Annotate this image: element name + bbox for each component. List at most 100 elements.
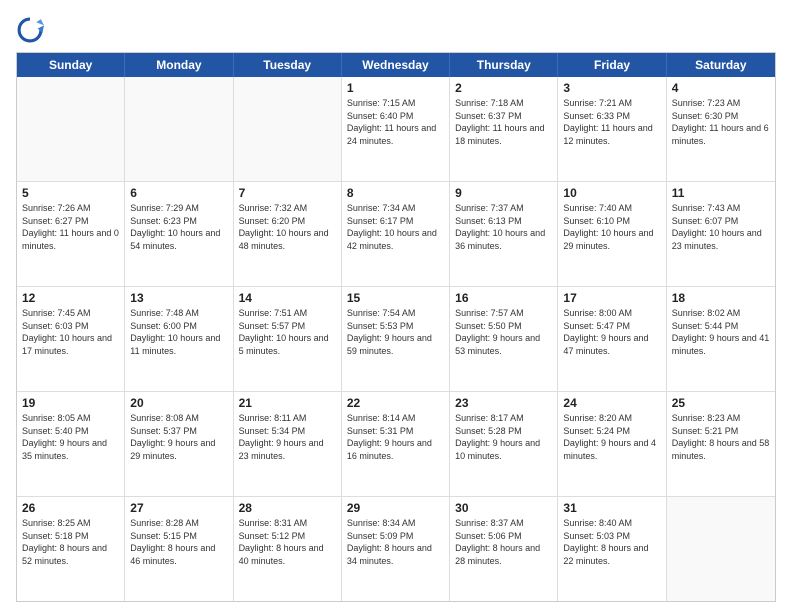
calendar-cell: 29 Sunrise: 8:34 AM Sunset: 5:09 PM Dayli… [342,497,450,601]
calendar-cell: 7Sunrise: 7:32 AM Sunset: 6:20 PM Daylig… [234,182,342,286]
cell-info: Sunrise: 7:26 AM Sunset: 6:27 PM Dayligh… [22,202,119,252]
weekday-header-thursday: Thursday [450,53,558,77]
cell-info: Sunrise: 8:02 AM Sunset: 5:44 PM Dayligh… [672,307,770,357]
calendar-cell: 19 Sunrise: 8:05 AM Sunset: 5:40 PM Dayli… [17,392,125,496]
day-number: 18 [672,291,770,305]
weekday-header-friday: Friday [558,53,666,77]
day-number: 19 [22,396,119,410]
calendar-cell: 10Sunrise: 7:40 AM Sunset: 6:10 PM Dayli… [558,182,666,286]
cell-info: Sunrise: 8:20 AM Sunset: 5:24 PM Dayligh… [563,412,660,462]
cell-info: Sunrise: 8:00 AM Sunset: 5:47 PM Dayligh… [563,307,660,357]
cell-info: Sunrise: 8:05 AM Sunset: 5:40 PM Dayligh… [22,412,119,462]
header [16,16,776,44]
day-number: 5 [22,186,119,200]
calendar-cell: 16 Sunrise: 7:57 AM Sunset: 5:50 PM Dayli… [450,287,558,391]
calendar-cell [667,497,775,601]
weekday-header-saturday: Saturday [667,53,775,77]
cell-info: Sunrise: 8:08 AM Sunset: 5:37 PM Dayligh… [130,412,227,462]
cell-info: Sunrise: 8:28 AM Sunset: 5:15 PM Dayligh… [130,517,227,567]
calendar: SundayMondayTuesdayWednesdayThursdayFrid… [16,52,776,602]
calendar-cell: 1 Sunrise: 7:15 AM Sunset: 6:40 PM Daylig… [342,77,450,181]
calendar-cell: 31 Sunrise: 8:40 AM Sunset: 5:03 PM Dayli… [558,497,666,601]
day-number: 9 [455,186,552,200]
calendar-cell: 5 Sunrise: 7:26 AM Sunset: 6:27 PM Daylig… [17,182,125,286]
cell-info: Sunrise: 7:43 AM Sunset: 6:07 PM Dayligh… [672,202,770,252]
day-number: 25 [672,396,770,410]
day-number: 17 [563,291,660,305]
cell-info: Sunrise: 7:18 AM Sunset: 6:37 PM Dayligh… [455,97,552,147]
day-number: 29 [347,501,444,515]
day-number: 16 [455,291,552,305]
cell-info: Sunrise: 7:15 AM Sunset: 6:40 PM Dayligh… [347,97,444,147]
day-number: 24 [563,396,660,410]
cell-info: Sunrise: 7:45 AM Sunset: 6:03 PM Dayligh… [22,307,119,357]
calendar-cell: 6Sunrise: 7:29 AM Sunset: 6:23 PM Daylig… [125,182,233,286]
cell-info: Sunrise: 7:34 AM Sunset: 6:17 PM Dayligh… [347,202,444,252]
weekday-header-wednesday: Wednesday [342,53,450,77]
calendar-cell: 18 Sunrise: 8:02 AM Sunset: 5:44 PM Dayli… [667,287,775,391]
day-number: 31 [563,501,660,515]
day-number: 8 [347,186,444,200]
cell-info: Sunrise: 8:25 AM Sunset: 5:18 PM Dayligh… [22,517,119,567]
calendar-cell: 24 Sunrise: 8:20 AM Sunset: 5:24 PM Dayli… [558,392,666,496]
calendar-cell [17,77,125,181]
calendar-cell [125,77,233,181]
day-number: 30 [455,501,552,515]
cell-info: Sunrise: 7:37 AM Sunset: 6:13 PM Dayligh… [455,202,552,252]
calendar-cell [234,77,342,181]
day-number: 13 [130,291,227,305]
day-number: 21 [239,396,336,410]
cell-info: Sunrise: 7:23 AM Sunset: 6:30 PM Dayligh… [672,97,770,147]
calendar-week-4: 19 Sunrise: 8:05 AM Sunset: 5:40 PM Dayli… [17,392,775,497]
cell-info: Sunrise: 7:21 AM Sunset: 6:33 PM Dayligh… [563,97,660,147]
day-number: 2 [455,81,552,95]
cell-info: Sunrise: 8:34 AM Sunset: 5:09 PM Dayligh… [347,517,444,567]
calendar-cell: 9 Sunrise: 7:37 AM Sunset: 6:13 PM Daylig… [450,182,558,286]
day-number: 22 [347,396,444,410]
calendar-week-2: 5 Sunrise: 7:26 AM Sunset: 6:27 PM Daylig… [17,182,775,287]
day-number: 4 [672,81,770,95]
day-number: 15 [347,291,444,305]
cell-info: Sunrise: 7:48 AM Sunset: 6:00 PM Dayligh… [130,307,227,357]
calendar-cell: 17 Sunrise: 8:00 AM Sunset: 5:47 PM Dayli… [558,287,666,391]
page: SundayMondayTuesdayWednesdayThursdayFrid… [0,0,792,612]
cell-info: Sunrise: 8:11 AM Sunset: 5:34 PM Dayligh… [239,412,336,462]
calendar-cell: 8 Sunrise: 7:34 AM Sunset: 6:17 PM Daylig… [342,182,450,286]
day-number: 1 [347,81,444,95]
calendar-week-1: 1 Sunrise: 7:15 AM Sunset: 6:40 PM Daylig… [17,77,775,182]
logo-icon [16,16,44,44]
calendar-week-3: 12 Sunrise: 7:45 AM Sunset: 6:03 PM Dayli… [17,287,775,392]
calendar-cell: 2 Sunrise: 7:18 AM Sunset: 6:37 PM Daylig… [450,77,558,181]
calendar-cell: 25Sunrise: 8:23 AM Sunset: 5:21 PM Dayli… [667,392,775,496]
cell-info: Sunrise: 8:17 AM Sunset: 5:28 PM Dayligh… [455,412,552,462]
cell-info: Sunrise: 8:37 AM Sunset: 5:06 PM Dayligh… [455,517,552,567]
day-number: 23 [455,396,552,410]
cell-info: Sunrise: 7:57 AM Sunset: 5:50 PM Dayligh… [455,307,552,357]
day-number: 14 [239,291,336,305]
calendar-cell: 22Sunrise: 8:14 AM Sunset: 5:31 PM Dayli… [342,392,450,496]
calendar-header: SundayMondayTuesdayWednesdayThursdayFrid… [17,53,775,77]
calendar-cell: 28 Sunrise: 8:31 AM Sunset: 5:12 PM Dayli… [234,497,342,601]
cell-info: Sunrise: 8:31 AM Sunset: 5:12 PM Dayligh… [239,517,336,567]
cell-info: Sunrise: 8:40 AM Sunset: 5:03 PM Dayligh… [563,517,660,567]
day-number: 27 [130,501,227,515]
cell-info: Sunrise: 7:29 AM Sunset: 6:23 PM Dayligh… [130,202,227,252]
calendar-cell: 4 Sunrise: 7:23 AM Sunset: 6:30 PM Daylig… [667,77,775,181]
cell-info: Sunrise: 7:54 AM Sunset: 5:53 PM Dayligh… [347,307,444,357]
calendar-cell: 20Sunrise: 8:08 AM Sunset: 5:37 PM Dayli… [125,392,233,496]
calendar-body: 1 Sunrise: 7:15 AM Sunset: 6:40 PM Daylig… [17,77,775,601]
day-number: 12 [22,291,119,305]
calendar-cell: 26Sunrise: 8:25 AM Sunset: 5:18 PM Dayli… [17,497,125,601]
calendar-cell: 30 Sunrise: 8:37 AM Sunset: 5:06 PM Dayli… [450,497,558,601]
day-number: 7 [239,186,336,200]
day-number: 10 [563,186,660,200]
day-number: 28 [239,501,336,515]
calendar-cell: 15 Sunrise: 7:54 AM Sunset: 5:53 PM Dayli… [342,287,450,391]
day-number: 3 [563,81,660,95]
cell-info: Sunrise: 7:51 AM Sunset: 5:57 PM Dayligh… [239,307,336,357]
logo [16,16,48,44]
calendar-cell: 23 Sunrise: 8:17 AM Sunset: 5:28 PM Dayli… [450,392,558,496]
calendar-week-5: 26Sunrise: 8:25 AM Sunset: 5:18 PM Dayli… [17,497,775,601]
calendar-cell: 27 Sunrise: 8:28 AM Sunset: 5:15 PM Dayli… [125,497,233,601]
day-number: 11 [672,186,770,200]
